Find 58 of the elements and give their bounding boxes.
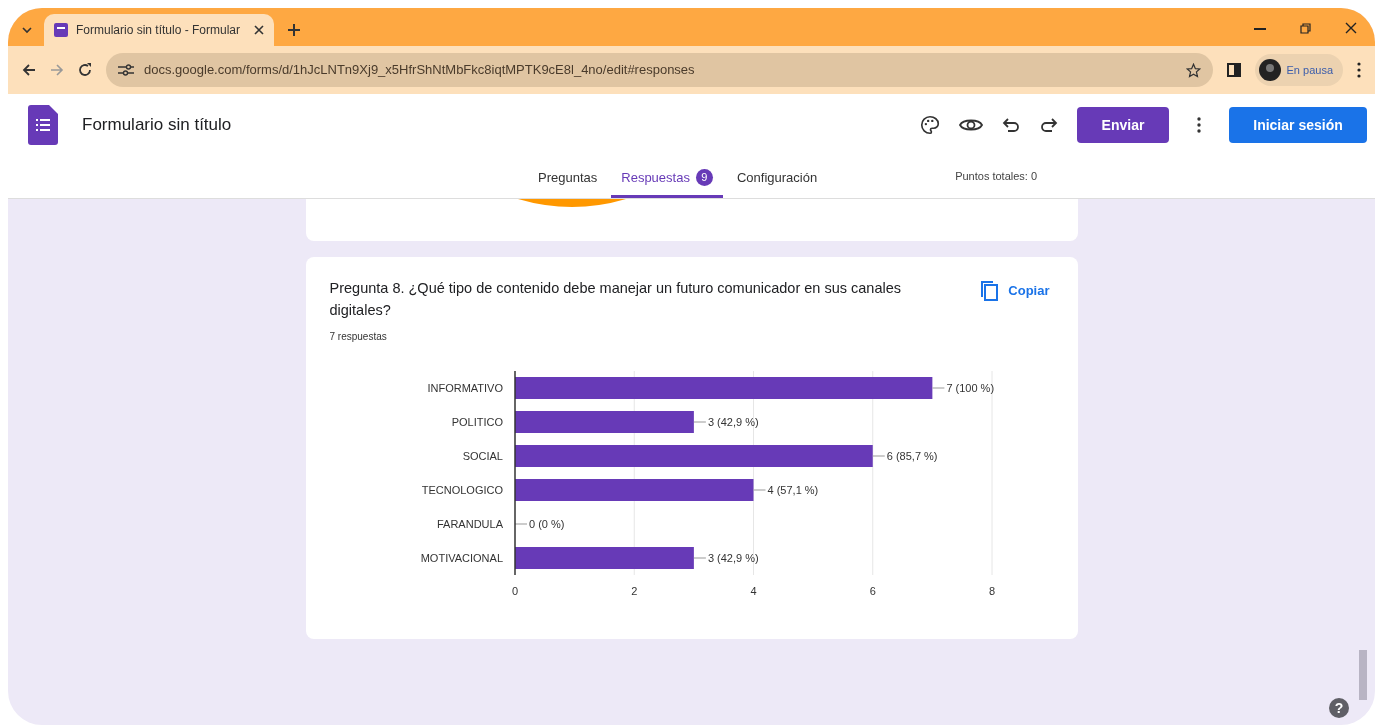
help-button[interactable]: ? (1329, 698, 1349, 718)
address-bar[interactable]: docs.google.com/forms/d/1hJcLNTn9Xj9_x5HfrShNtMbFkc8iqtMPTK9cE8l_4no/edit#responses (106, 53, 1213, 87)
site-settings-icon[interactable] (118, 64, 134, 76)
restore-icon[interactable] (1300, 23, 1311, 34)
side-panel-icon[interactable] (1226, 63, 1241, 77)
form-tab[interactable]: Configuración (726, 159, 828, 198)
copy-icon (981, 281, 999, 301)
category-label: TECNOLOGICO (421, 484, 503, 496)
leader-line (931, 387, 945, 389)
new-tab-icon[interactable] (288, 24, 300, 36)
total-points: Puntos totales: 0 (955, 168, 1038, 184)
close-icon[interactable] (254, 25, 264, 35)
value-label: 7 (100 %) (945, 382, 994, 394)
undo-icon[interactable] (1001, 115, 1021, 135)
category-label: INFORMATIVO (426, 382, 503, 394)
axis-tick-label: 6 (869, 585, 876, 597)
close-window-icon[interactable] (1345, 22, 1357, 34)
more-options-icon[interactable] (1197, 117, 1201, 133)
axis-tick-label: 2 (630, 585, 637, 597)
back-arrow-icon[interactable] (22, 63, 36, 77)
value-label: 6 (85,7 %) (886, 450, 937, 462)
redo-icon[interactable] (1039, 115, 1059, 135)
profile-button[interactable]: En pausa (1254, 54, 1343, 86)
menu-icon[interactable] (1357, 62, 1361, 78)
leader-line (514, 523, 527, 525)
palette-icon[interactable] (919, 114, 941, 136)
axis-tick-label: 4 (749, 585, 757, 597)
value-label: 4 (57,1 %) (767, 484, 818, 496)
leader-line (692, 421, 706, 423)
response-count: 7 respuestas (329, 330, 388, 344)
category-label: SOCIAL (462, 450, 503, 462)
star-icon[interactable] (1185, 62, 1201, 78)
copy-button[interactable]: Copiar (977, 277, 1054, 305)
send-button[interactable]: Enviar (1077, 107, 1169, 143)
category-label: POLITICO (451, 416, 503, 428)
response-count-badge: 9 (695, 168, 713, 186)
value-label: 0 (0 %) (528, 518, 564, 530)
category-label: MOTIVACIONAL (420, 552, 503, 564)
axis-tick-label: 8 (988, 585, 995, 597)
reload-icon[interactable] (78, 63, 92, 77)
category-label: FARANDULA (436, 518, 503, 530)
sign-in-button[interactable]: Iniciar sesión (1229, 107, 1367, 143)
value-label: 3 (42,9 %) (707, 416, 759, 428)
question-title: Pregunta 8. ¿Qué tipo de contenido debe manejar un futuro comunicador en sus canales digitales? (329, 279, 902, 320)
form-tab[interactable]: Preguntas (528, 159, 608, 198)
url-text: docs.google.com/forms/d/1hJcLNTn9Xj9_x5HfrShNtMbFkc8iqtMPTK9cE8l_4no/edit#responses (144, 61, 696, 80)
browser-tab[interactable]: Formulario sin título - Formular (44, 14, 274, 46)
scrollbar[interactable] (1359, 650, 1367, 700)
form-title[interactable]: Formulario sin título (82, 112, 232, 138)
value-label: 3 (42,9 %) (707, 552, 759, 564)
tab-title: Formulario sin título - Formular (76, 22, 242, 39)
forms-icon (54, 23, 68, 37)
leader-line (871, 455, 885, 457)
leader-line (692, 557, 706, 559)
leader-line (752, 489, 766, 491)
forms-logo-icon[interactable] (28, 105, 58, 145)
avatar-icon (1258, 59, 1281, 81)
axis-tick-label: 0 (511, 585, 518, 597)
